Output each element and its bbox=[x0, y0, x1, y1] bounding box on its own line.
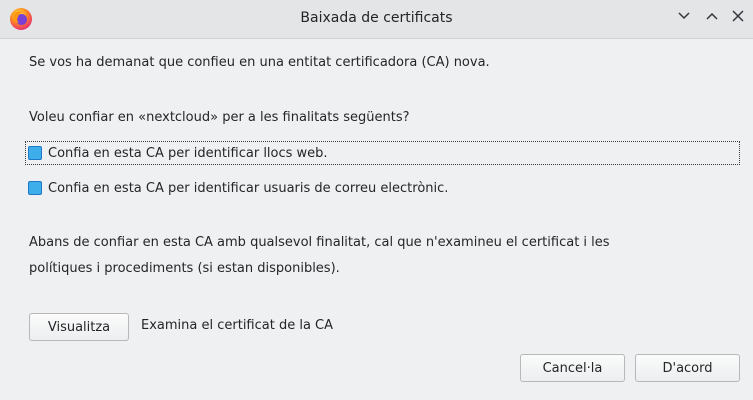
checkbox-email-users[interactable]: Confia en esta CA per identificar usuari… bbox=[26, 177, 448, 199]
intro-text: Se vos ha demanat que confieu en una ent… bbox=[29, 55, 490, 70]
checkbox-websites[interactable]: Confia en esta CA per identificar llocs … bbox=[25, 141, 740, 165]
view-certificate-button[interactable]: Visualitza bbox=[29, 313, 129, 341]
chevron-up-icon[interactable] bbox=[701, 8, 723, 30]
checkbox-checked-icon[interactable] bbox=[28, 146, 42, 160]
window-title: Baixada de certificats bbox=[300, 10, 453, 26]
advice-text-line2: polítiques i procediments (si estan disp… bbox=[29, 261, 340, 276]
advice-text-line1: Abans de confiar en esta CA amb qualsevo… bbox=[29, 235, 610, 250]
chevron-down-icon[interactable] bbox=[673, 8, 695, 30]
checkbox-email-users-label[interactable]: Confia en esta CA per identificar usuari… bbox=[48, 181, 448, 196]
close-icon[interactable] bbox=[727, 8, 749, 30]
question-text: Voleu confiar en «nextcloud» per a les f… bbox=[29, 110, 410, 125]
checkbox-checked-icon[interactable] bbox=[28, 181, 42, 195]
checkbox-websites-label[interactable]: Confia en esta CA per identificar llocs … bbox=[48, 146, 328, 161]
title-bar[interactable]: Baixada de certificats bbox=[0, 0, 753, 39]
view-certificate-description: Examina el certificat de la CA bbox=[141, 318, 334, 333]
ok-button[interactable]: D'acord bbox=[635, 354, 740, 382]
cancel-button[interactable]: Cancel·la bbox=[520, 354, 625, 382]
